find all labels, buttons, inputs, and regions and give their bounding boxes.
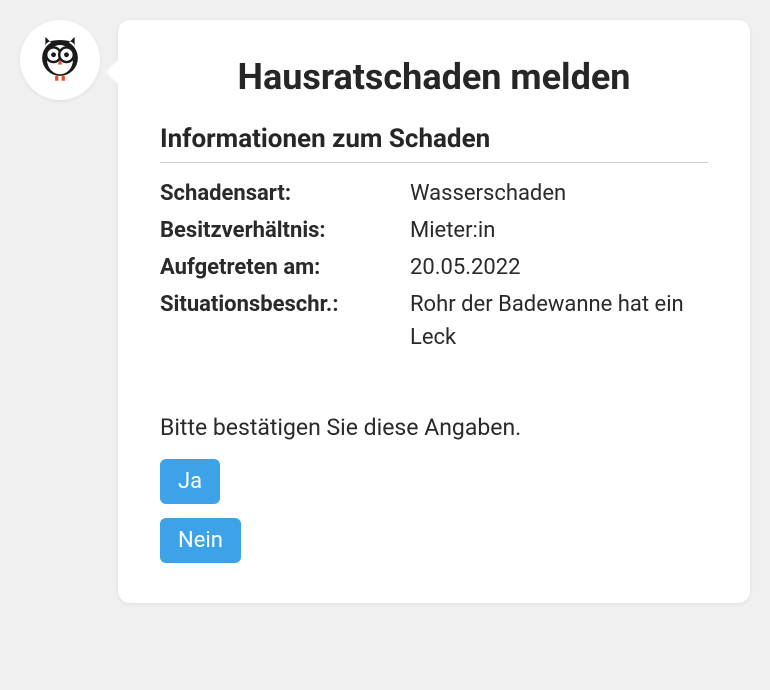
date-label: Aufgetreten am:: [160, 251, 400, 284]
section-subtitle: Informationen zum Schaden: [160, 124, 708, 154]
damage-type-label: Schadensart:: [160, 177, 400, 210]
card-title: Hausratschaden melden: [160, 56, 708, 98]
divider: [160, 162, 708, 163]
situation-value: Rohr der Badewanne hat ein Leck: [410, 288, 708, 354]
yes-button[interactable]: Ja: [160, 459, 220, 504]
confirm-prompt: Bitte bestätigen Sie diese Angaben.: [160, 414, 708, 441]
ownership-value: Mieter:in: [410, 214, 708, 247]
date-value: 20.05.2022: [410, 251, 708, 284]
owl-icon: [34, 32, 86, 88]
damage-info-grid: Schadensart: Wasserschaden Besitzverhält…: [160, 177, 708, 354]
no-button[interactable]: Nein: [160, 518, 241, 563]
situation-label: Situationsbeschr.:: [160, 288, 400, 354]
button-group: Ja Nein: [160, 459, 708, 563]
chat-message-card: Hausratschaden melden Informationen zum …: [118, 20, 750, 603]
bot-avatar: [20, 20, 100, 100]
ownership-label: Besitzverhältnis:: [160, 214, 400, 247]
damage-type-value: Wasserschaden: [410, 177, 708, 210]
